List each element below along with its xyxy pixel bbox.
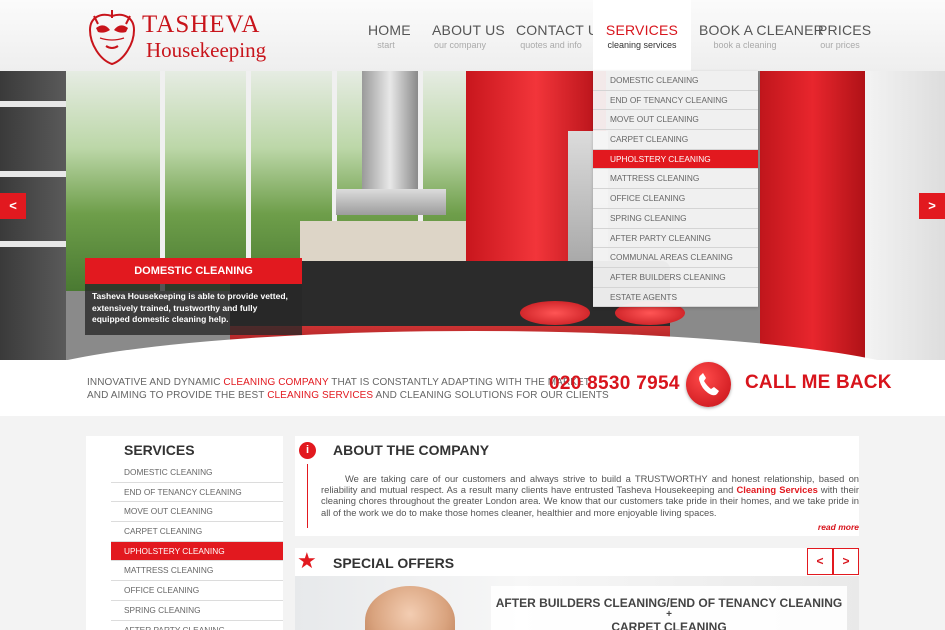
about-text: We are taking care of our customers and … — [321, 473, 859, 518]
dropdown-item[interactable]: AFTER BUILDERS CLEANING — [593, 268, 758, 288]
offer-box: AFTER BUILDERS CLEANING/END OF TENANCY C… — [491, 586, 847, 630]
offer-plus: + — [666, 609, 672, 620]
nav-services-label: SERVICES — [605, 22, 679, 38]
phone-number: 020 8530 7954 — [549, 373, 680, 394]
sidebar-item-active[interactable]: UPHOLSTERY CLEANING — [111, 541, 283, 562]
phone-icon[interactable] — [686, 362, 731, 407]
services-dropdown: DOMESTIC CLEANING END OF TENANCY CLEANIN… — [593, 71, 758, 308]
main-nav: HOME start ABOUT US our company CONTACT … — [0, 0, 945, 94]
nav-about-sub: our company — [433, 40, 487, 50]
tagline-link-company[interactable]: CLEANING COMPANY — [223, 377, 328, 388]
caption-title[interactable]: DOMESTIC CLEANING — [85, 258, 302, 284]
nav-home[interactable]: HOME start — [368, 22, 411, 50]
offers-next-button[interactable]: > — [833, 548, 859, 575]
dropdown-item[interactable]: SPRING CLEANING — [593, 209, 758, 229]
sidebar-item[interactable]: DOMESTIC CLEANING — [111, 463, 283, 483]
header: TASHEVA Housekeeping HOME start ABOUT US… — [0, 0, 945, 94]
tagline-text: AND AIMING TO PROVIDE THE BEST — [87, 389, 268, 401]
dropdown-item[interactable]: OFFICE CLEANING — [593, 189, 758, 209]
sidebar-item[interactable]: CARPET CLEANING — [111, 522, 283, 542]
dropdown-item[interactable]: ESTATE AGENTS — [593, 288, 758, 308]
nav-home-sub: start — [377, 40, 395, 50]
sidebar-list: DOMESTIC CLEANING END OF TENANCY CLEANIN… — [111, 463, 283, 630]
sidebar-item[interactable]: MATTRESS CLEANING — [111, 561, 283, 582]
call-me-back-button[interactable]: CALL ME BACK — [745, 372, 892, 394]
dropdown-item-active[interactable]: UPHOLSTERY CLEANING — [593, 149, 758, 170]
offer-banner[interactable]: AFTER BUILDERS CLEANING/END OF TENANCY C… — [295, 576, 859, 630]
slider-next-button[interactable]: > — [919, 193, 945, 219]
page: TASHEVA Housekeeping HOME start ABOUT US… — [0, 0, 945, 630]
tagline-link-services[interactable]: CLEANING SERVICES — [267, 390, 373, 401]
nav-about[interactable]: ABOUT US our company — [432, 22, 505, 50]
tagline: INNOVATIVE AND DYNAMIC CLEANING COMPANY … — [87, 377, 609, 402]
read-more-link[interactable]: read more — [818, 522, 859, 532]
sidebar-item[interactable]: OFFICE CLEANING — [111, 581, 283, 601]
special-offers-header: ★ SPECIAL OFFERS < > — [295, 548, 859, 576]
offers-prev-button[interactable]: < — [807, 548, 833, 575]
nav-services-sub: cleaning services — [607, 40, 677, 50]
nav-book-label: BOOK A CLEANER — [699, 22, 824, 38]
nav-book-sub: book a cleaning — [713, 40, 777, 50]
sidebar-item[interactable]: SPRING CLEANING — [111, 601, 283, 621]
hero-hood — [362, 71, 418, 191]
dropdown-item[interactable]: COMMUNAL AREAS CLEANING — [593, 248, 758, 268]
offer-line-1: AFTER BUILDERS CLEANING/END OF TENANCY C… — [495, 596, 843, 610]
dropdown-item[interactable]: AFTER PARTY CLEANING — [593, 229, 758, 249]
divider — [307, 464, 308, 528]
hero-slider: < > DOMESTIC CLEANING Tasheva Housekeepi… — [0, 71, 945, 361]
about-title: ABOUT THE COMPANY — [333, 442, 490, 458]
about-link-services[interactable]: Cleaning Services — [736, 484, 817, 495]
sidebar-item[interactable]: AFTER PARTY CLEANING — [111, 621, 283, 630]
offer-line-2: CARPET CLEANING — [611, 620, 727, 630]
tagline-text: INNOVATIVE AND DYNAMIC — [87, 377, 224, 388]
nav-book[interactable]: BOOK A CLEANER book a cleaning — [699, 22, 824, 50]
slide-caption: DOMESTIC CLEANING Tasheva Housekeeping i… — [85, 258, 302, 335]
nav-prices[interactable]: PRICES our prices — [818, 22, 872, 50]
nav-home-label: HOME — [368, 22, 411, 38]
star-icon: ★ — [297, 548, 317, 573]
offer-photo — [365, 586, 455, 630]
handset-icon — [699, 373, 719, 396]
dropdown-item[interactable]: MOVE OUT CLEANING — [593, 110, 758, 131]
sidebar-title: SERVICES — [124, 442, 195, 458]
dropdown-item[interactable]: MATTRESS CLEANING — [593, 169, 758, 190]
caption-text: Tasheva Housekeeping is able to provide … — [85, 284, 302, 335]
offers-title: SPECIAL OFFERS — [333, 555, 455, 571]
about-section: i ABOUT THE COMPANY We are taking care o… — [295, 436, 859, 536]
info-icon: i — [299, 442, 316, 459]
tagline-strip: INNOVATIVE AND DYNAMIC CLEANING COMPANY … — [0, 360, 945, 416]
dropdown-item[interactable]: CARPET CLEANING — [593, 130, 758, 150]
sidebar-item[interactable]: MOVE OUT CLEANING — [111, 502, 283, 523]
nav-contact-sub: quotes and info — [520, 40, 582, 50]
nav-contact-label: CONTACT US — [516, 22, 608, 38]
slider-prev-button[interactable]: < — [0, 193, 26, 219]
dropdown-item[interactable]: END OF TENANCY CLEANING — [593, 91, 758, 111]
sidebar-item[interactable]: END OF TENANCY CLEANING — [111, 483, 283, 503]
nav-prices-label: PRICES — [818, 22, 872, 38]
services-sidebar: SERVICES DOMESTIC CLEANING END OF TENANC… — [86, 436, 283, 630]
nav-contact[interactable]: CONTACT US quotes and info — [516, 22, 608, 50]
nav-about-label: ABOUT US — [432, 22, 505, 38]
dropdown-item[interactable]: DOMESTIC CLEANING — [593, 71, 758, 91]
nav-prices-sub: our prices — [820, 40, 860, 50]
